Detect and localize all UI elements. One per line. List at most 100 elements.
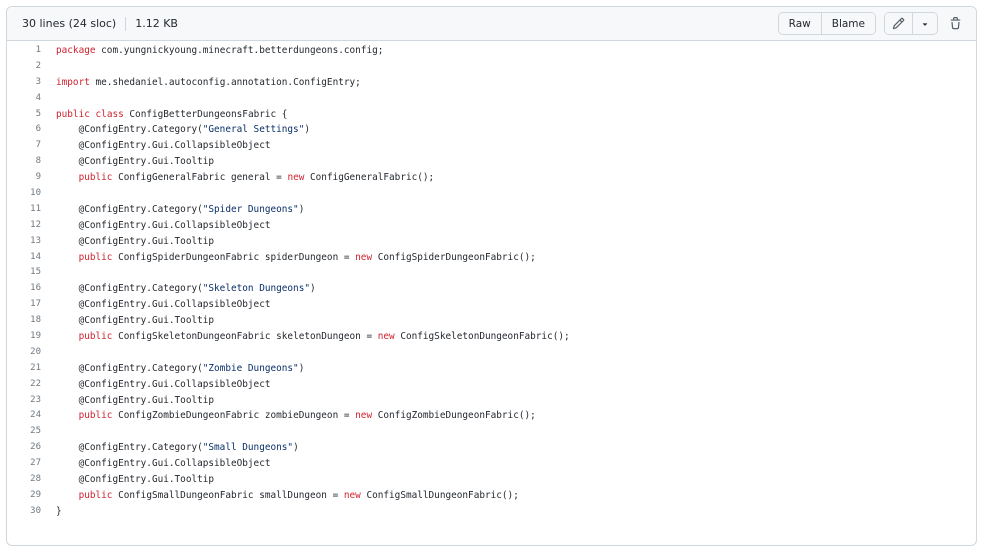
keyword-token: import: [56, 76, 90, 88]
keyword-token: public: [78, 331, 113, 343]
delete-button[interactable]: [944, 13, 966, 35]
code-token: com.yungnickyoung.minecraft.betterdungeo…: [95, 45, 384, 56]
keyword-token: public: [78, 410, 113, 422]
code-token: ConfigSpiderDungeonFabric();: [372, 251, 536, 263]
code-line: 14 public ConfigSpiderDungeonFabric spid…: [7, 250, 976, 266]
code-token: ): [293, 442, 299, 454]
code-line: 16 @ConfigEntry.Category("Skeleton Dunge…: [7, 281, 976, 297]
edit-button[interactable]: [885, 13, 912, 34]
code-line: 20: [7, 345, 976, 361]
code-text: public class ConfigBetterDungeonsFabric …: [41, 107, 287, 123]
keyword-token: new: [355, 410, 373, 422]
code-line: 22 @ConfigEntry.Gui.CollapsibleObject: [7, 377, 976, 393]
code-token: ): [304, 124, 311, 136]
code-token: }: [56, 505, 62, 517]
code-token: ConfigSkeletonDungeonFabric();: [394, 331, 570, 343]
code-text: public ConfigGeneralFabric general = new…: [41, 170, 435, 186]
line-number[interactable]: 11: [7, 202, 41, 218]
line-number[interactable]: 10: [7, 186, 41, 202]
code-token: @ConfigEntry.Category(: [56, 203, 203, 215]
line-number[interactable]: 29: [7, 488, 41, 504]
line-number[interactable]: 28: [7, 472, 41, 488]
code-text: @ConfigEntry.Gui.Tooltip: [41, 234, 214, 250]
line-number[interactable]: 5: [7, 107, 41, 123]
code-text: @ConfigEntry.Category("General Settings"…: [41, 122, 310, 138]
code-line: 8 @ConfigEntry.Gui.Tooltip: [7, 154, 976, 170]
line-number[interactable]: 12: [7, 218, 41, 234]
code-line: 29 public ConfigSmallDungeonFabric small…: [7, 488, 976, 504]
code-text: public ConfigSmallDungeonFabric smallDun…: [41, 488, 519, 504]
edit-dropdown-button[interactable]: [912, 13, 937, 34]
keyword-token: public: [78, 172, 113, 184]
code-table: 1 package com.yungnickyoung.minecraft.bet…: [7, 41, 976, 520]
string-token: "Skeleton Dungeons": [202, 283, 310, 295]
raw-button[interactable]: Raw: [778, 13, 821, 34]
keyword-token: public: [78, 489, 113, 501]
line-number[interactable]: 23: [7, 393, 41, 409]
code-text: package com.yungnickyoung.minecraft.bett…: [41, 43, 383, 59]
line-number[interactable]: 30: [7, 504, 41, 520]
line-number[interactable]: 26: [7, 440, 41, 456]
code-line: 30}: [7, 504, 976, 520]
code-text: @ConfigEntry.Gui.Tooltip: [41, 154, 214, 170]
code-text: public ConfigZombieDungeonFabric zombieD…: [41, 408, 536, 424]
line-number[interactable]: 22: [7, 377, 41, 393]
line-number[interactable]: 21: [7, 361, 41, 377]
line-number[interactable]: 13: [7, 234, 41, 250]
line-number[interactable]: 19: [7, 329, 41, 345]
line-number[interactable]: 6: [7, 122, 41, 138]
line-number[interactable]: 8: [7, 154, 41, 170]
code-token: @ConfigEntry.Gui.CollapsibleObject: [56, 219, 271, 231]
line-number[interactable]: 2: [7, 59, 41, 75]
pencil-icon: [892, 17, 905, 30]
line-number[interactable]: 1: [7, 43, 41, 59]
code-token: ConfigSpiderDungeonFabric spiderDungeon …: [112, 251, 356, 263]
code-token: ConfigSkeletonDungeonFabric skeletonDung…: [112, 331, 378, 343]
line-number[interactable]: 18: [7, 313, 41, 329]
line-number[interactable]: 25: [7, 424, 41, 440]
file-info: 30 lines (24 sloc) 1.12 KB: [22, 16, 178, 31]
code-token: ConfigBetterDungeonsFabric {: [123, 108, 288, 120]
code-token: @ConfigEntry.Gui.Tooltip: [56, 156, 215, 168]
code-line: 7 @ConfigEntry.Gui.CollapsibleObject: [7, 138, 976, 154]
code-line: 3 import me.shedaniel.autoconfig.annotati…: [7, 75, 976, 91]
code-token: ConfigGeneralFabric();: [304, 172, 435, 184]
code-line: 27 @ConfigEntry.Gui.CollapsibleObject: [7, 456, 976, 472]
code-token: ConfigGeneralFabric general =: [112, 172, 288, 184]
code-token: @ConfigEntry.Category(: [56, 442, 203, 454]
line-number[interactable]: 24: [7, 408, 41, 424]
line-number[interactable]: 7: [7, 138, 41, 154]
line-number[interactable]: 20: [7, 345, 41, 361]
code-text: @ConfigEntry.Category("Spider Dungeons"): [41, 202, 305, 218]
code-text: @ConfigEntry.Gui.Tooltip: [41, 313, 214, 329]
code-token: @ConfigEntry.Gui.CollapsibleObject: [56, 458, 271, 470]
line-number[interactable]: 16: [7, 281, 41, 297]
line-number[interactable]: 3: [7, 75, 41, 91]
code-text: @ConfigEntry.Category("Zombie Dungeons"): [41, 361, 305, 377]
line-number[interactable]: 17: [7, 297, 41, 313]
trash-icon: [950, 17, 960, 30]
code-token: @ConfigEntry.Category(: [56, 283, 203, 295]
string-token: "Zombie Dungeons": [202, 362, 299, 374]
edit-group: [884, 12, 938, 35]
file-viewer: 30 lines (24 sloc) 1.12 KB Raw Blame 1 p…: [6, 6, 977, 546]
keyword-token: new: [355, 251, 373, 263]
line-number[interactable]: 9: [7, 170, 41, 186]
code-token: @ConfigEntry.Gui.CollapsibleObject: [56, 378, 271, 390]
code-line: 4: [7, 91, 976, 107]
code-text: @ConfigEntry.Gui.Tooltip: [41, 393, 214, 409]
line-number[interactable]: 15: [7, 265, 41, 281]
line-number[interactable]: 14: [7, 250, 41, 266]
code-line: 19 public ConfigSkeletonDungeonFabric sk…: [7, 329, 976, 345]
line-number[interactable]: 27: [7, 456, 41, 472]
string-token: "General Settings": [202, 124, 305, 136]
keyword-token: class: [95, 108, 124, 120]
line-number[interactable]: 4: [7, 91, 41, 107]
code-line: 23 @ConfigEntry.Gui.Tooltip: [7, 393, 976, 409]
blame-button[interactable]: Blame: [820, 13, 875, 34]
